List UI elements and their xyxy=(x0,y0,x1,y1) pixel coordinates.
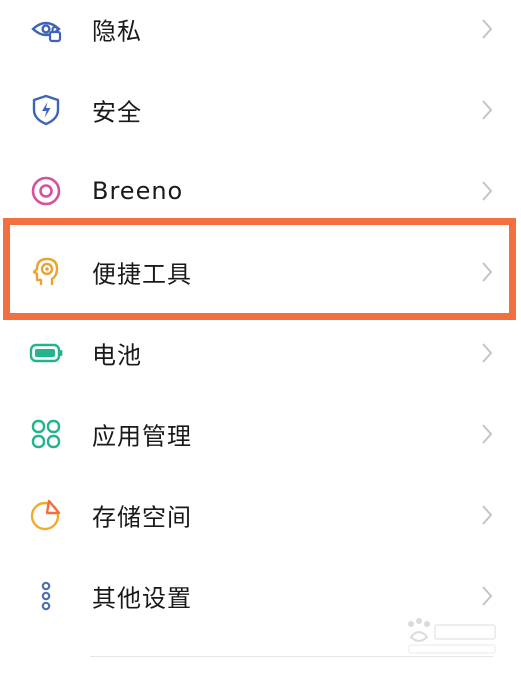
chevron-right-icon xyxy=(479,422,495,446)
settings-item-battery[interactable]: 电池 xyxy=(0,312,521,393)
settings-item-label: 电池 xyxy=(92,341,142,369)
settings-item-privacy[interactable]: 隐私 xyxy=(0,0,521,69)
chevron-right-icon xyxy=(479,17,495,41)
storage-icon xyxy=(28,497,64,533)
chevron-right-icon xyxy=(479,179,495,203)
settings-item-label: 存储空间 xyxy=(92,503,192,531)
security-shield-icon xyxy=(28,92,64,128)
settings-item-app-management[interactable]: 应用管理 xyxy=(0,393,521,474)
settings-list: 隐私 安全 Breeno 便捷工具 电池 应用管理 存储空间 其他设置 xyxy=(0,0,521,675)
settings-item-label: Breeno xyxy=(92,176,184,205)
settings-item-label: 其他设置 xyxy=(92,584,192,612)
settings-item-label: 便捷工具 xyxy=(92,260,192,288)
settings-item-label: 安全 xyxy=(92,98,142,126)
settings-item-label: 隐私 xyxy=(92,17,142,45)
settings-item-storage[interactable]: 存储空间 xyxy=(0,474,521,555)
chevron-right-icon xyxy=(479,503,495,527)
chevron-right-icon xyxy=(479,341,495,365)
chevron-right-icon xyxy=(479,584,495,608)
watermark-logo xyxy=(401,615,501,659)
app-management-icon xyxy=(28,416,64,452)
settings-item-security[interactable]: 安全 xyxy=(0,69,521,150)
settings-item-label: 应用管理 xyxy=(92,422,192,450)
breeno-icon xyxy=(28,173,64,209)
settings-item-convenience-tools[interactable]: 便捷工具 xyxy=(0,231,521,312)
battery-icon xyxy=(28,335,64,371)
privacy-icon xyxy=(28,11,64,47)
other-settings-icon xyxy=(28,578,64,614)
chevron-right-icon xyxy=(479,98,495,122)
settings-item-breeno[interactable]: Breeno xyxy=(0,150,521,231)
chevron-right-icon xyxy=(479,260,495,284)
convenience-tools-icon xyxy=(28,254,64,290)
